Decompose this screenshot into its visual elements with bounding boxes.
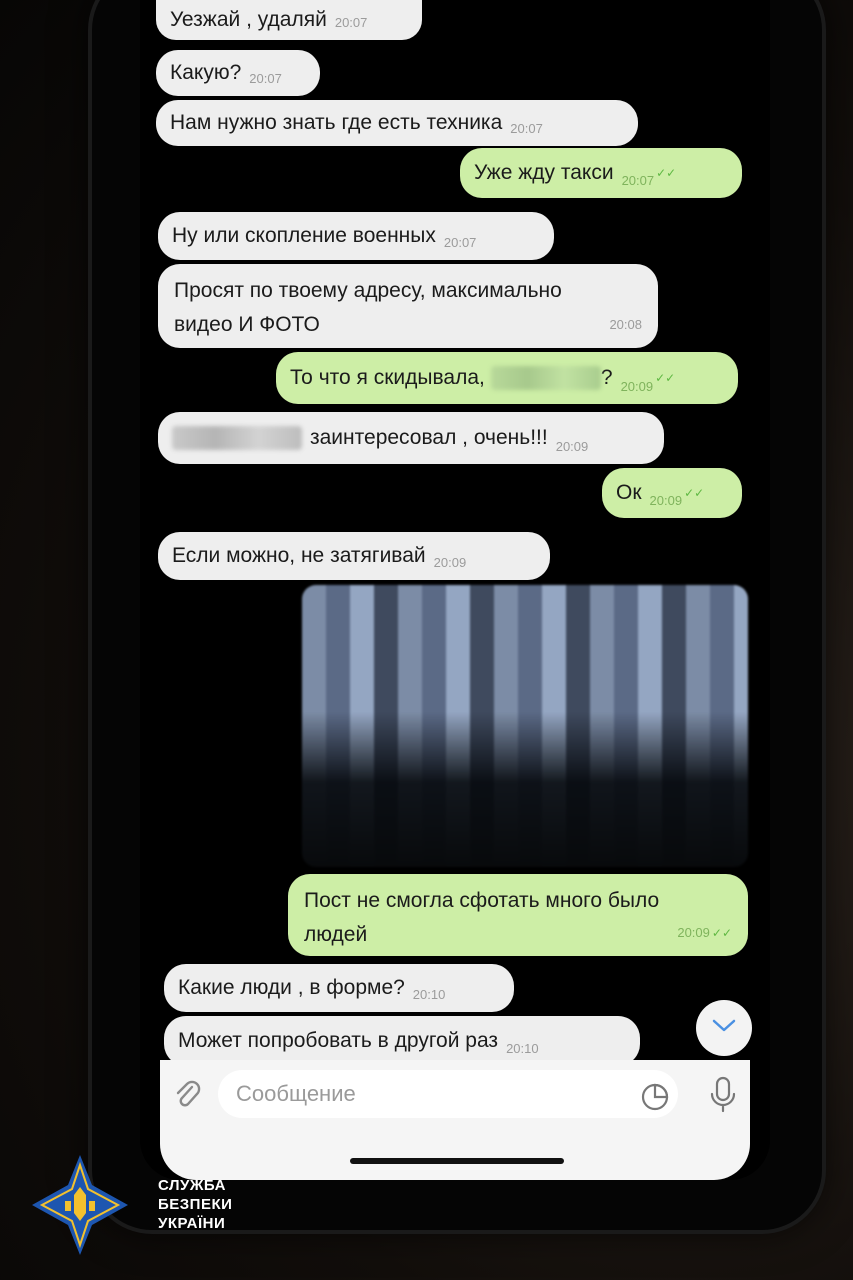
message-incoming: Уезжай , удаляй 20:07 xyxy=(156,0,422,40)
message-input-placeholder: Сообщение xyxy=(236,1081,356,1106)
message-text-line: видео И ФОТО xyxy=(174,313,320,336)
message-text: Ну или скопление военных xyxy=(172,224,436,247)
message-text: Какие люди , в форме? xyxy=(178,976,405,999)
redacted-name xyxy=(172,426,302,450)
message-text: заинтересовал , очень!!! xyxy=(310,426,548,449)
message-text-line: Пост не смогла сфотать много было xyxy=(304,889,660,912)
message-incoming: Нам нужно знать где есть техника 20:07 xyxy=(156,100,638,146)
read-checkmark-icon: ✓✓ xyxy=(711,926,732,940)
message-text: Может попробовать в другой раз xyxy=(178,1029,499,1052)
scroll-to-bottom-button[interactable] xyxy=(696,1000,752,1056)
message-text: Если можно, не затягивай xyxy=(172,544,426,567)
redacted-name xyxy=(490,366,601,390)
message-text: Уже жду такси xyxy=(474,161,614,184)
message-incoming: Ну или скопление военных 20:07 xyxy=(158,212,554,260)
message-text: То что я скидывала, xyxy=(290,366,485,389)
message-text: ? xyxy=(600,366,613,389)
message-text: Ок xyxy=(616,481,642,504)
message-time: 20:07 xyxy=(249,71,282,86)
message-time: 20:07 xyxy=(510,121,543,136)
sticker-icon[interactable] xyxy=(640,1082,670,1117)
sbu-watermark-text: СЛУЖБА БЕЗПЕКИ УКРАЇНИ xyxy=(158,1177,233,1232)
microphone-icon[interactable] xyxy=(708,1076,738,1119)
message-time: 20:10 xyxy=(506,1041,539,1056)
message-time: 20:09 xyxy=(433,555,467,570)
sbu-emblem xyxy=(30,1155,130,1260)
message-time: 20:07 xyxy=(621,173,655,188)
message-text-line: людей xyxy=(304,923,368,946)
read-checkmark-icon: ✓✓ xyxy=(655,371,676,385)
message-incoming: Если можно, не затягивай 20:09 xyxy=(158,532,550,580)
message-incoming: Просят по твоему адресу, максимально вид… xyxy=(158,264,658,348)
message-outgoing: Уже жду такси 20:07 ✓✓ xyxy=(460,148,742,198)
message-text: Какую? xyxy=(170,61,242,84)
message-time: 20:07 xyxy=(443,235,477,250)
chat-screen: Уезжай , удаляй 20:07 Какую? 20:07 Нам н… xyxy=(140,0,770,1180)
message-outgoing: Ок 20:09 ✓✓ xyxy=(602,468,742,518)
message-incoming: заинтересовал , очень!!! 20:09 xyxy=(158,412,664,464)
message-input[interactable]: Сообщение xyxy=(218,1070,678,1118)
read-checkmark-icon: ✓✓ xyxy=(656,166,677,180)
paperclip-icon[interactable] xyxy=(170,1078,204,1117)
home-indicator xyxy=(350,1158,564,1164)
message-incoming: Может попробовать в другой раз 20:10 xyxy=(164,1016,640,1066)
message-composer: Сообщение xyxy=(160,1060,750,1180)
message-time: 20:09 xyxy=(555,439,589,454)
message-time: 20:09 xyxy=(620,379,654,394)
message-text-line: Просят по твоему адресу, максимально xyxy=(174,279,562,302)
message-time: 20:08 xyxy=(609,317,642,332)
chevron-down-icon xyxy=(711,1018,737,1039)
message-incoming: Какую? 20:07 xyxy=(156,50,320,96)
message-text: Уезжай , удаляй xyxy=(170,8,327,31)
message-time: 20:10 xyxy=(412,987,446,1002)
message-outgoing: Пост не смогла сфотать много было людей … xyxy=(288,874,748,956)
blurred-photo-message[interactable] xyxy=(302,585,748,867)
message-time: 20:07 xyxy=(334,15,368,30)
message-outgoing: То что я скидывала, ? 20:09 ✓✓ xyxy=(276,352,738,404)
message-time: 20:09 xyxy=(649,493,683,508)
message-text: Нам нужно знать где есть техника xyxy=(170,111,503,134)
message-time: 20:09 ✓✓ xyxy=(677,925,732,940)
message-incoming: Какие люди , в форме? 20:10 xyxy=(164,964,514,1012)
read-checkmark-icon: ✓✓ xyxy=(684,486,705,500)
